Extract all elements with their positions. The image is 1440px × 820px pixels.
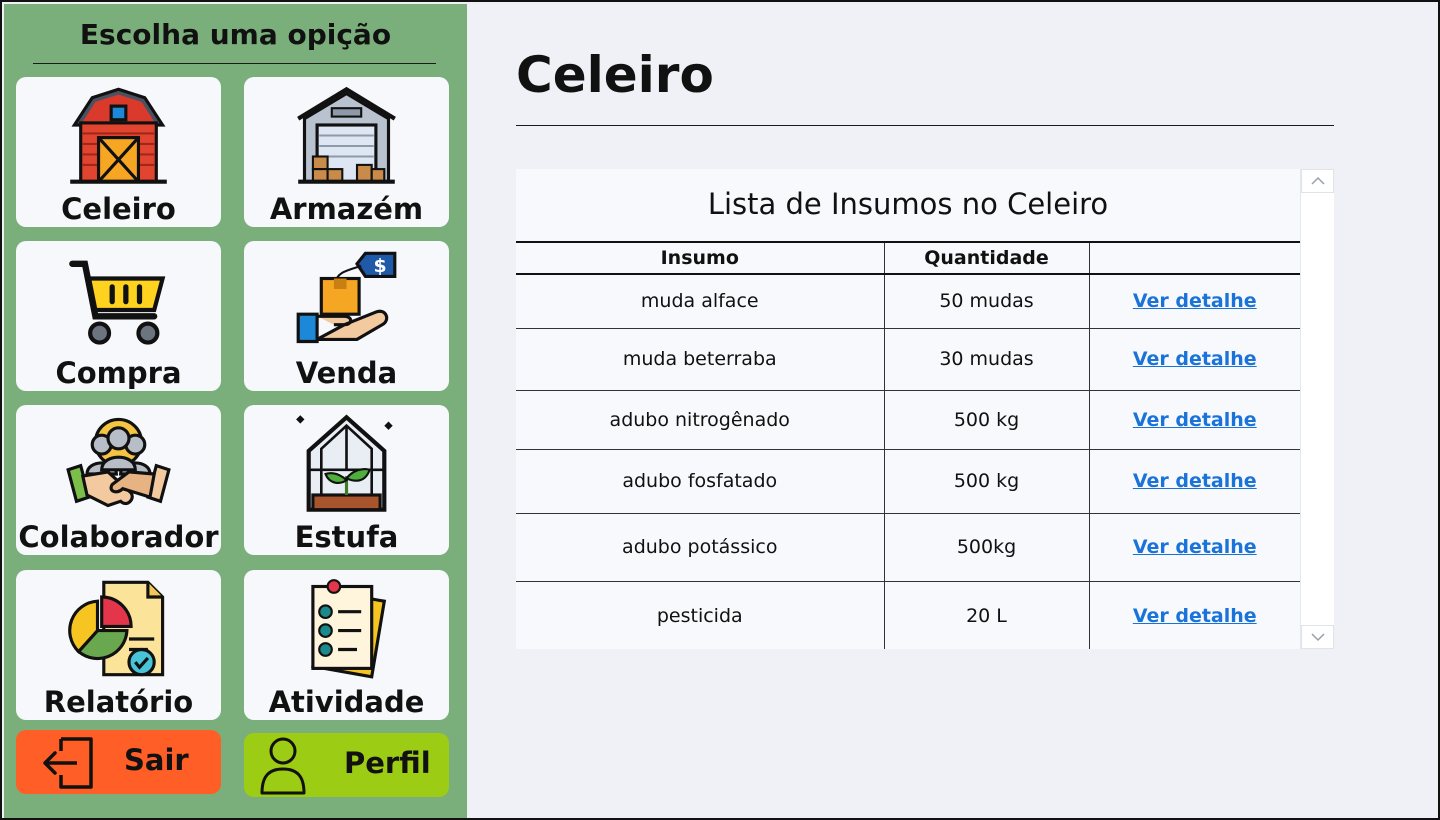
warehouse-icon: [297, 86, 396, 184]
scroll-down-button[interactable]: [1301, 625, 1334, 649]
app-window: Escolha uma opição Celeiro Armazém Compr…: [0, 0, 1440, 820]
menu-tile-armazem[interactable]: Armazém: [244, 77, 449, 227]
cell-action: Ver detalhe: [1088, 274, 1300, 329]
tile-label: Relatório: [43, 685, 194, 719]
sidebar-title: Escolha uma opição: [79, 18, 392, 51]
tile-label: Compra: [55, 356, 182, 390]
profile-label: Perfil: [344, 746, 431, 780]
checklist-icon: [311, 579, 387, 679]
menu-tile-atividade[interactable]: Atividade: [244, 570, 449, 720]
table-row: muda beterraba 30 mudas Ver detalhe: [516, 328, 1300, 391]
cell-insumo: adubo nitrogênado: [516, 390, 884, 450]
cell-quantidade: 30 mudas: [883, 328, 1089, 391]
tile-label: Venda: [295, 356, 398, 390]
shopping-cart-icon: [69, 260, 166, 345]
tile-label: Celeiro: [61, 192, 176, 226]
cell-quantidade: 20 L: [883, 581, 1089, 649]
view-detail-link[interactable]: Ver detalhe: [1133, 409, 1257, 431]
column-header-insumo: Insumo: [516, 241, 884, 275]
menu-tile-celeiro[interactable]: Celeiro: [16, 77, 221, 227]
cell-insumo: muda beterraba: [516, 328, 884, 391]
svg-text:$: $: [374, 255, 387, 277]
menu-tile-venda[interactable]: $ Venda: [244, 241, 449, 391]
view-detail-link[interactable]: Ver detalhe: [1133, 470, 1257, 492]
title-divider: [516, 125, 1334, 126]
logout-button[interactable]: Sair: [16, 730, 221, 794]
table-row: adubo fosfatado 500 kg Ver detalhe: [516, 449, 1300, 514]
cell-insumo: pesticida: [656, 605, 743, 628]
tile-label: Atividade: [268, 685, 425, 719]
logout-label: Sair: [124, 743, 189, 777]
tile-label: Colaborador: [18, 520, 219, 554]
sidebar: Escolha uma opição Celeiro Armazém Compr…: [4, 4, 467, 818]
cell-action: Ver detalhe: [1088, 581, 1300, 649]
profile-button[interactable]: Perfil: [244, 733, 449, 797]
menu-tile-relatorio[interactable]: Relatório: [16, 570, 221, 720]
cell-action: Ver detalhe: [1088, 390, 1300, 450]
sidebar-divider: [33, 63, 436, 64]
table-header-row: Insumo Quantidade: [516, 241, 1300, 275]
supplies-panel: Lista de Insumos no Celeiro Insumo Quant…: [516, 169, 1334, 649]
cell-insumo: adubo fosfatado: [516, 449, 884, 514]
column-header-quantidade: Quantidade: [883, 241, 1089, 275]
cell-action: Ver detalhe: [1088, 449, 1300, 514]
page-title: Celeiro: [516, 46, 714, 104]
cell-quantidade: 500kg: [883, 513, 1089, 582]
sale-hand-icon: $: [296, 251, 397, 344]
table-row: adubo potássico 500kg Ver detalhe: [516, 513, 1300, 582]
cell-action: Ver detalhe: [1088, 513, 1300, 582]
view-detail-link[interactable]: Ver detalhe: [1133, 605, 1257, 627]
cell-insumo: adubo potássico: [516, 513, 884, 582]
user-icon: [260, 737, 306, 795]
cell-quantidade: 500 kg: [883, 449, 1089, 514]
report-chart-icon: [68, 580, 165, 677]
table-row: muda alface 50 mudas Ver detalhe: [516, 274, 1300, 329]
table-row: pesticida 20 L Ver detalhe: [516, 581, 1300, 649]
menu-tile-estufa[interactable]: Estufa: [244, 405, 449, 555]
team-handshake-icon: [66, 417, 171, 508]
menu-tile-colaborador[interactable]: Colaborador: [16, 405, 221, 555]
cell-quantidade: 50 mudas: [883, 274, 1089, 329]
view-detail-link[interactable]: Ver detalhe: [1133, 536, 1257, 558]
view-detail-link[interactable]: Ver detalhe: [1133, 290, 1257, 312]
logout-icon: [43, 737, 93, 789]
menu-tile-compra[interactable]: Compra: [16, 241, 221, 391]
table-scrollbar[interactable]: [1300, 169, 1334, 649]
supplies-table: Insumo Quantidade muda alface 50 mudas V…: [516, 241, 1300, 649]
cell-action: Ver detalhe: [1088, 328, 1300, 391]
panel-title: Lista de Insumos no Celeiro: [707, 187, 1109, 221]
cell-quantidade: 500 kg: [883, 390, 1089, 450]
column-header-actions: [1088, 241, 1300, 275]
view-detail-link[interactable]: Ver detalhe: [1133, 348, 1257, 370]
tile-label: Estufa: [294, 520, 399, 554]
greenhouse-icon: [296, 414, 393, 512]
scroll-up-button[interactable]: [1301, 169, 1334, 193]
chevron-down-icon: [1311, 633, 1325, 642]
cell-insumo: muda alface: [516, 274, 884, 329]
tile-label: Armazém: [269, 192, 424, 226]
table-row: adubo nitrogênado 500 kg Ver detalhe: [516, 390, 1300, 450]
barn-icon: [70, 87, 167, 184]
chevron-up-icon: [1311, 176, 1325, 185]
